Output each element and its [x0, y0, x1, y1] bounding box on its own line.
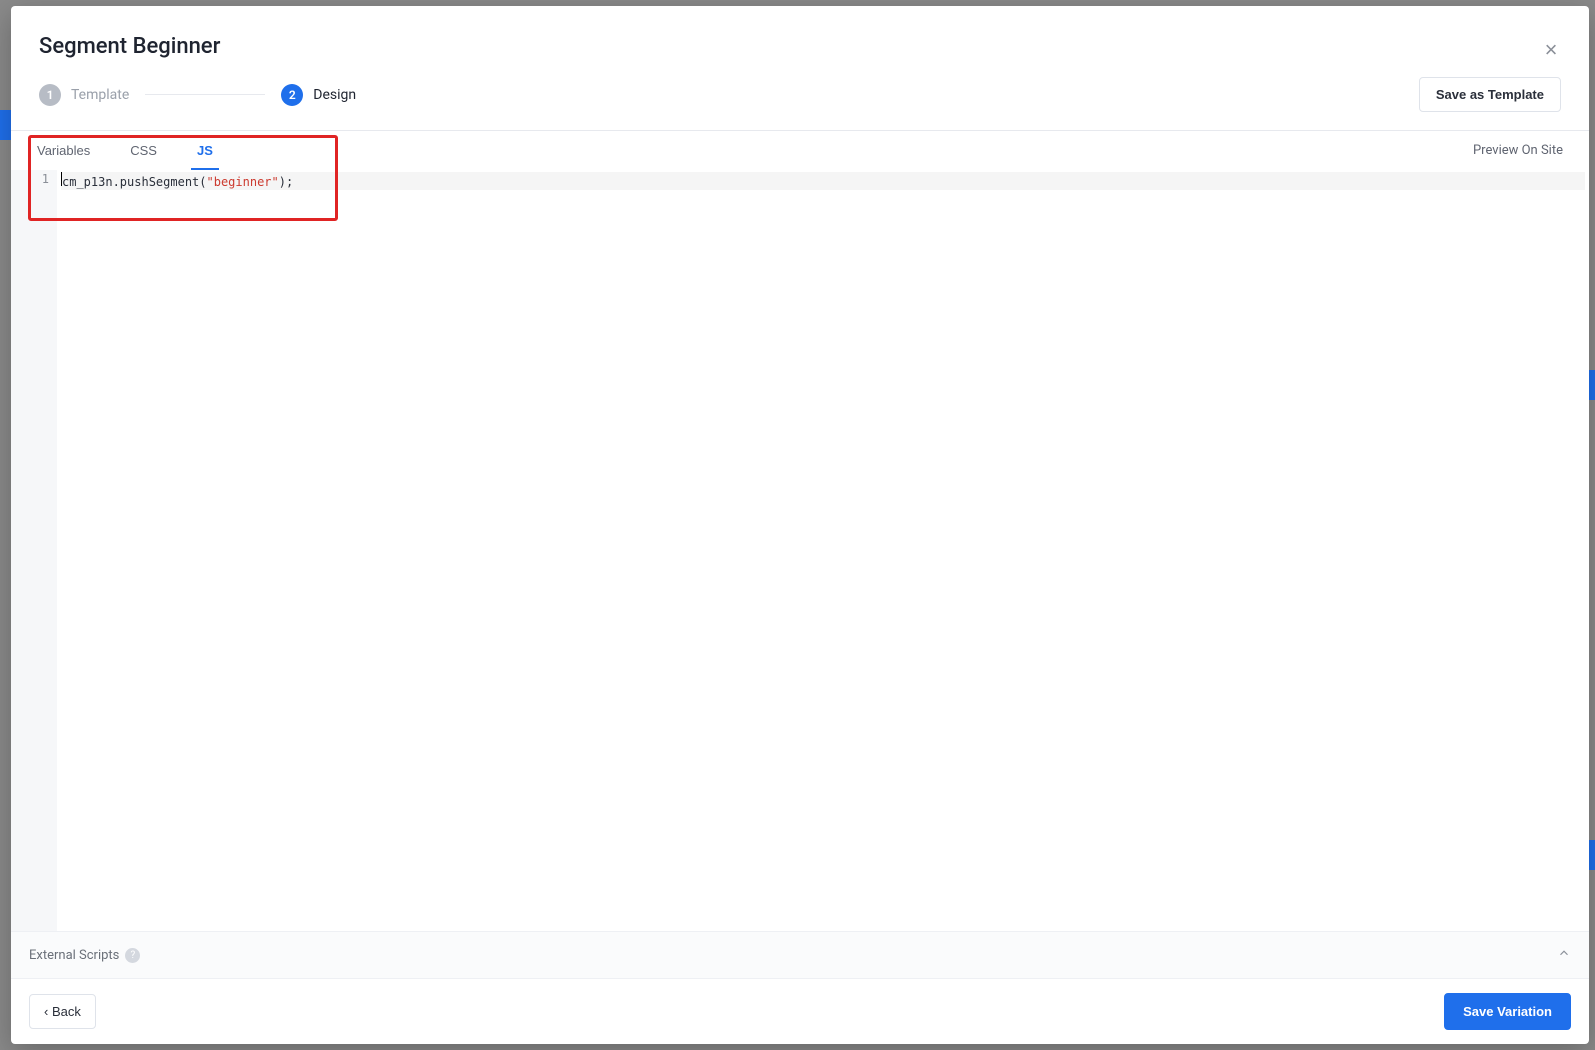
close-icon: ×: [1545, 37, 1558, 62]
step-divider: [145, 94, 265, 95]
external-scripts-panel[interactable]: External Scripts ?: [11, 931, 1589, 978]
editor-tabs-row: Variables CSS JS Preview On Site: [11, 131, 1589, 170]
background-app-chip: [1589, 840, 1595, 870]
modal-footer: ‹ Back Save Variation: [11, 978, 1589, 1044]
line-number: 1: [11, 172, 49, 186]
code-token-string: "beginner": [207, 175, 279, 189]
editor-gutter: 1: [11, 170, 57, 931]
steps: 1 Template 2 Design: [39, 84, 1419, 106]
background-app-chip: [1589, 370, 1595, 400]
help-icon[interactable]: ?: [125, 948, 140, 963]
segment-editor-modal: Segment Beginner × 1 Template 2 Design S…: [11, 6, 1589, 1044]
tab-css[interactable]: CSS: [124, 131, 163, 170]
modal-header: Segment Beginner ×: [11, 6, 1589, 59]
code-token: );: [279, 175, 293, 189]
tab-js[interactable]: JS: [191, 131, 219, 170]
preview-on-site-link[interactable]: Preview On Site: [1467, 131, 1569, 170]
step-label: Template: [71, 87, 129, 103]
step-number-badge: 2: [281, 84, 303, 106]
step-template[interactable]: 1 Template: [39, 84, 129, 106]
external-scripts-label: External Scripts: [29, 948, 119, 963]
save-variation-button[interactable]: Save Variation: [1444, 993, 1571, 1030]
wizard-stepper: 1 Template 2 Design Save as Template: [11, 59, 1589, 131]
code-editor[interactable]: 1 cm_p13n.pushSegment("beginner");: [11, 170, 1589, 931]
background-app-chip: [0, 110, 11, 140]
code-token: cm_p13n.pushSegment(: [62, 175, 207, 189]
chevron-up-icon: [1557, 946, 1571, 964]
editor-tabs: Variables CSS JS: [31, 131, 219, 170]
step-label: Design: [313, 87, 356, 103]
save-as-template-button[interactable]: Save as Template: [1419, 77, 1561, 112]
close-button[interactable]: ×: [1537, 36, 1565, 64]
tab-variables[interactable]: Variables: [31, 131, 96, 170]
modal-title: Segment Beginner: [39, 34, 1561, 59]
code-line[interactable]: cm_p13n.pushSegment("beginner");: [61, 172, 1585, 190]
editor-content[interactable]: cm_p13n.pushSegment("beginner");: [57, 170, 1589, 931]
step-design[interactable]: 2 Design: [281, 84, 356, 106]
step-number-badge: 1: [39, 84, 61, 106]
back-button[interactable]: ‹ Back: [29, 994, 96, 1029]
